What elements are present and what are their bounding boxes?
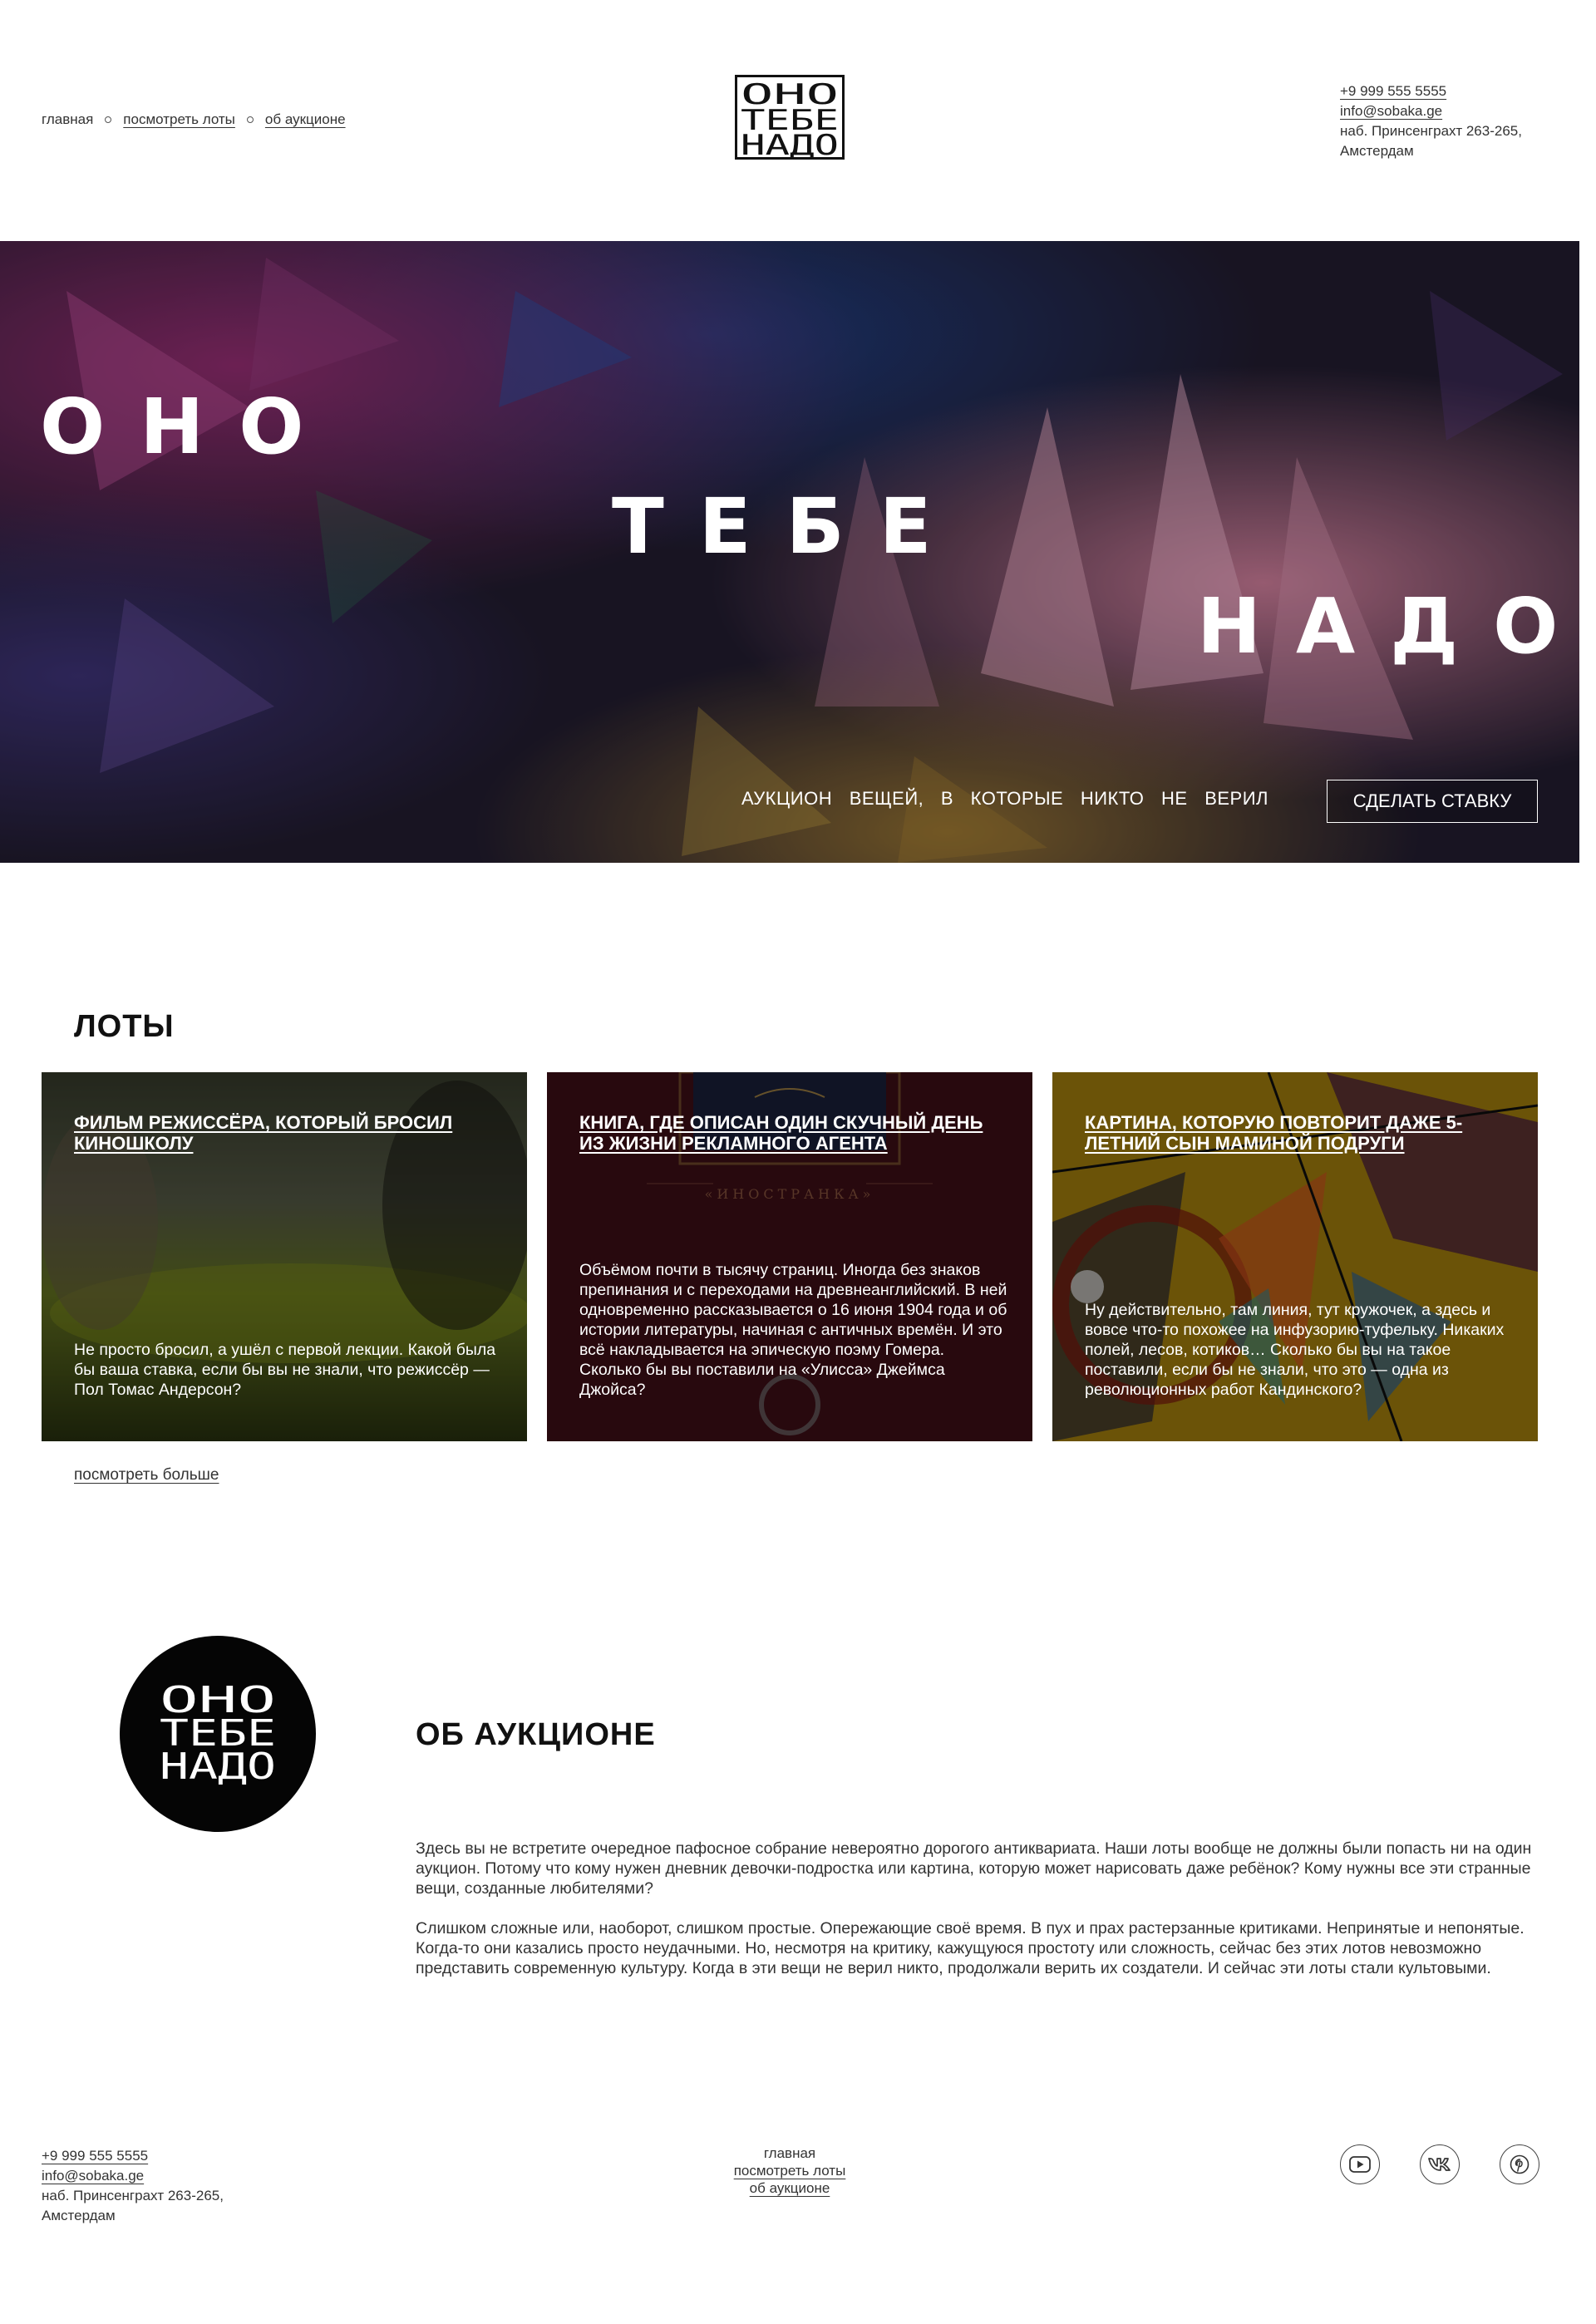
nav-about[interactable]: об аукционе xyxy=(265,111,346,128)
about-logo: ОНО ТЕБЕ НАДО xyxy=(120,1636,316,1832)
header-email-link[interactable]: info@sobaka.ge xyxy=(1340,103,1442,119)
youtube-link[interactable] xyxy=(1340,2144,1380,2184)
about-paragraph-1: Здесь вы не встретите очередное пафосное… xyxy=(416,1839,1532,1898)
lots-section-title: ЛОТЫ xyxy=(74,1009,175,1044)
lot-painting-description: Ну действительно, там линия, тут кружоче… xyxy=(1085,1301,1505,1399)
nav-separator xyxy=(105,116,112,123)
about-logo-line-3: НАДО xyxy=(160,1745,276,1788)
vk-link[interactable] xyxy=(1420,2144,1460,2184)
lot-card-book[interactable]: «ИНОСТРАНКА» КНИГА, ГДЕ ОПИСАН ОДИН СКУЧ… xyxy=(547,1072,1032,1441)
about-text: Здесь вы не встретите очередное пафосное… xyxy=(416,1839,1538,1978)
social-links xyxy=(1340,2144,1539,2184)
lot-card-film[interactable]: ФИЛЬМ РЕЖИССЁРА, КОТОРЫЙ БРОСИЛ КИНОШКОЛ… xyxy=(42,1072,527,1441)
footer-nav-lots[interactable]: посмотреть лоты xyxy=(734,2163,846,2179)
header-address-line-1: наб. Принсенграхт 263-265, xyxy=(1340,123,1522,139)
lot-card-painting[interactable]: КАРТИНА, КОТОРУЮ ПОВТОРИТ ДАЖЕ 5-ЛЕТНИЙ … xyxy=(1052,1072,1538,1441)
hero-word-1: ОНО xyxy=(40,382,339,471)
footer-nav: главная посмотреть лоты об аукционе xyxy=(715,2144,864,2197)
vk-icon xyxy=(1428,2158,1451,2171)
lot-painting-title[interactable]: КАРТИНА, КОТОРУЮ ПОВТОРИТ ДАЖЕ 5-ЛЕТНИЙ … xyxy=(1085,1112,1509,1154)
top-nav: главная посмотреть лоты об аукционе xyxy=(42,111,346,128)
make-bid-button[interactable]: СДЕЛАТЬ СТАВКУ xyxy=(1327,780,1538,823)
nav-home[interactable]: главная xyxy=(42,111,93,128)
pinterest-icon xyxy=(1510,2154,1530,2174)
hero-banner: ОНО ТЕБЕ НАДО АУКЦИОН ВЕЩЕЙ, В КОТОРЫЕ Н… xyxy=(0,241,1579,863)
see-more-link[interactable]: посмотреть больше xyxy=(74,1466,219,1485)
about-section-title: ОБ АУКЦИОНЕ xyxy=(416,1717,656,1752)
header-contacts: +9 999 555 5555 info@sobaka.ge наб. Прин… xyxy=(1340,81,1522,161)
lot-film-title[interactable]: ФИЛЬМ РЕЖИССЁРА, КОТОРЫЙ БРОСИЛ КИНОШКОЛ… xyxy=(74,1112,498,1154)
site-logo[interactable]: ОНО ТЕБЕ НАДО xyxy=(735,75,845,160)
lot-book-title[interactable]: КНИГА, ГДЕ ОПИСАН ОДИН СКУЧНЫЙ ДЕНЬ ИЗ Ж… xyxy=(579,1112,1003,1154)
footer-address-line-2: Амстердам xyxy=(42,2208,116,2223)
nav-lots[interactable]: посмотреть лоты xyxy=(123,111,235,128)
hero-word-2: ТЕБЕ xyxy=(612,482,967,571)
header-address-line-2: Амстердам xyxy=(1340,143,1414,159)
hero-tagline: АУКЦИОН ВЕЩЕЙ, В КОТОРЫЕ НИКТО НЕ ВЕРИЛ xyxy=(741,788,1268,809)
pinterest-link[interactable] xyxy=(1500,2144,1539,2184)
footer-nav-home[interactable]: главная xyxy=(764,2145,815,2161)
logo-line-3: НАДО xyxy=(741,129,839,157)
hero-word-3: НАДО xyxy=(1197,582,1579,671)
site-header: главная посмотреть лоты об аукционе ОНО … xyxy=(0,0,1596,241)
youtube-icon xyxy=(1349,2156,1371,2173)
lot-film-description: Не просто бросил, а ушёл с первой лекции… xyxy=(74,1341,496,1399)
footer-address-line-1: наб. Принсенграхт 263-265, xyxy=(42,2188,224,2203)
footer-phone-link[interactable]: +9 999 555 5555 xyxy=(42,2148,148,2164)
nav-separator xyxy=(246,116,254,123)
lot-book-description: Объёмом почти в тысячу страниц. Иногда б… xyxy=(579,1261,1007,1399)
header-phone-link[interactable]: +9 999 555 5555 xyxy=(1340,83,1446,99)
footer-email-link[interactable]: info@sobaka.ge xyxy=(42,2168,144,2184)
footer-contacts: +9 999 555 5555 info@sobaka.ge наб. Прин… xyxy=(42,2146,224,2226)
about-paragraph-2: Слишком сложные или, наоборот, слишком п… xyxy=(416,1919,1525,1977)
footer-nav-about[interactable]: об аукционе xyxy=(750,2180,830,2196)
